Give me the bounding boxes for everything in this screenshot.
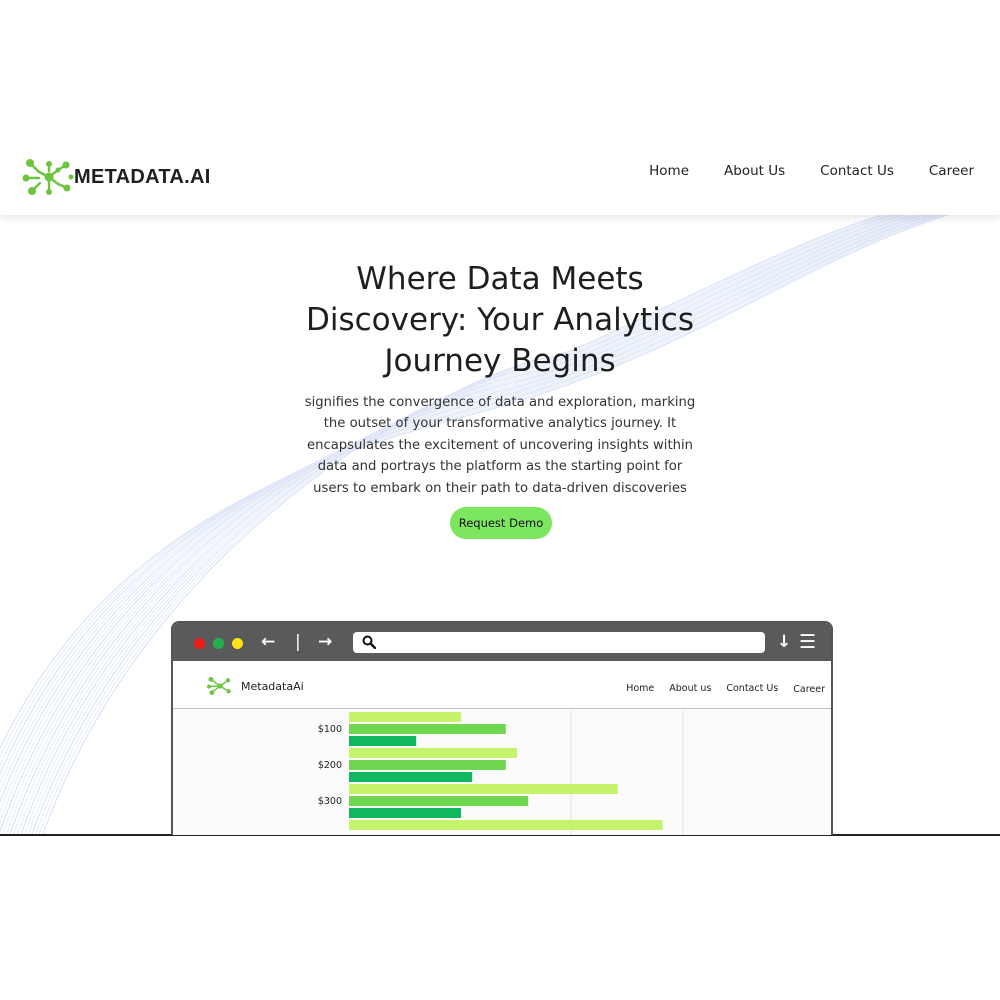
chart-category-label: $300: [318, 796, 342, 807]
site-header: METADATA.AI Home About Us Contact Us Car…: [0, 130, 1000, 215]
brand-logo[interactable]: METADATA.AI: [22, 156, 211, 198]
mockup-brand-name: MetadataAi: [241, 679, 304, 693]
search-icon: [362, 635, 376, 649]
separator-icon: |: [295, 632, 301, 652]
hero-description: signifies the convergence of data and ex…: [304, 395, 696, 496]
bar-chart: $100 $200 $300: [318, 710, 684, 835]
browser-mockup: ← | → ↓ ☰ MetadataAi Home About us Conta…: [171, 621, 833, 835]
nav-home-link[interactable]: Home: [649, 163, 689, 179]
chart-bar: [349, 748, 517, 758]
chart-bar: [349, 808, 461, 818]
mockup-chart-area: $100 $200 $300: [173, 710, 831, 835]
chart-bar: [349, 712, 461, 722]
mockup-logo-molecule-icon: [207, 676, 231, 696]
browser-toolbar: ← | → ↓ ☰: [173, 623, 831, 661]
chart-bar: [349, 772, 473, 782]
mockup-site-header: MetadataAi Home About us Contact Us Care…: [173, 661, 831, 709]
mockup-brand-logo: MetadataAi: [207, 676, 304, 696]
chart-bar: [349, 736, 417, 746]
request-demo-button[interactable]: Request Demo: [450, 507, 552, 539]
window-close-dot: [194, 638, 205, 649]
mockup-nav-contact: Contact Us: [726, 683, 779, 694]
brand-name: METADATA.AI: [74, 165, 211, 188]
chart-bar: [349, 796, 529, 806]
mockup-nav-about: About us: [669, 683, 712, 694]
nav-about-link[interactable]: About Us: [724, 163, 785, 179]
logo-molecule-icon: [22, 159, 74, 195]
forward-arrow-icon: →: [318, 632, 333, 652]
website: METADATA.AI Home About Us Contact Us Car…: [0, 130, 1000, 835]
nav-career-link[interactable]: Career: [929, 163, 974, 179]
hero-title: Where Data Meets Discovery: Your Analyti…: [306, 261, 694, 379]
window-maximize-dot: [213, 638, 224, 649]
chart-bar: [349, 760, 506, 770]
chart-category-label: $100: [318, 724, 342, 735]
mockup-nav: Home About us Contact Us Career: [626, 683, 825, 695]
nav-contact-link[interactable]: Contact Us: [820, 163, 894, 179]
mockup-nav-career: Career: [793, 684, 825, 695]
menu-icon: ☰: [799, 631, 817, 653]
chart-bar: [349, 820, 663, 830]
screenshot-canvas: METADATA.AI Home About Us Contact Us Car…: [0, 0, 1000, 1000]
address-bar: [353, 632, 765, 653]
chart-bar: [349, 784, 618, 794]
mockup-nav-home: Home: [626, 683, 655, 694]
download-icon: ↓: [777, 632, 792, 652]
back-arrow-icon: ←: [261, 632, 276, 652]
chart-bar: [349, 724, 506, 734]
chart-category-label: $200: [318, 760, 342, 771]
main-nav: Home About Us Contact Us Career: [649, 163, 974, 179]
window-minimize-dot: [232, 638, 243, 649]
